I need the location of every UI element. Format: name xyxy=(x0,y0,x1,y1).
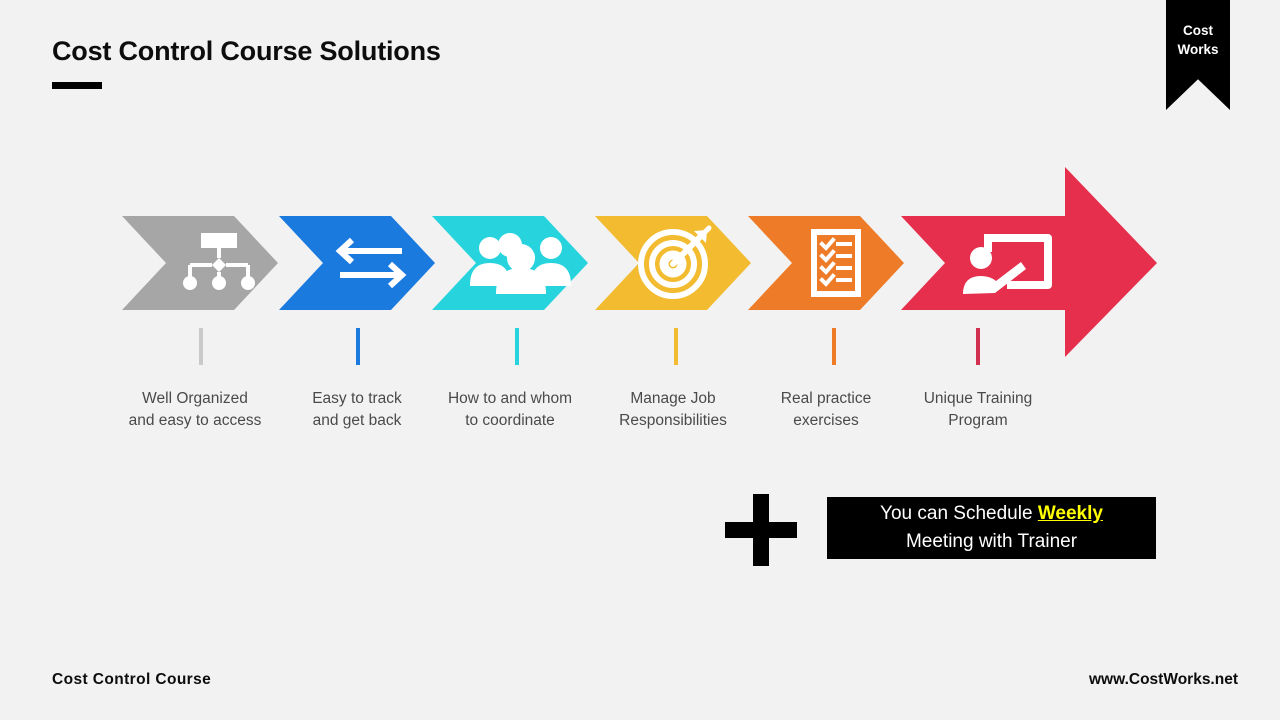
checklist-icon xyxy=(811,229,861,297)
schedule-callout-box: You can Schedule Weekly Meeting with Tra… xyxy=(827,497,1156,559)
logo-line-2: Works xyxy=(1177,42,1219,57)
footer-website-url[interactable]: www.CostWorks.net xyxy=(1089,671,1238,689)
org-chart-icon xyxy=(183,233,255,290)
page-title: Cost Control Course Solutions xyxy=(52,36,441,66)
step-6-chevron xyxy=(901,167,1157,357)
step-label-6: Unique Training Program xyxy=(923,390,1033,429)
logo-line-1: Cost xyxy=(1183,23,1213,38)
process-step-6-shape xyxy=(901,167,1157,357)
target-dart-icon xyxy=(638,225,712,299)
cost-works-ribbon-logo: Cost Works xyxy=(1166,0,1230,110)
process-arrow-band xyxy=(0,0,1280,720)
step-5-chevron xyxy=(748,216,904,310)
step-2-chevron xyxy=(279,216,435,310)
step-1-chevron xyxy=(122,216,278,310)
step-tick-5 xyxy=(832,328,836,365)
process-step-4-shape xyxy=(595,216,751,310)
callout-line-1-prefix: You can Schedule xyxy=(880,503,1038,524)
step-tick-2 xyxy=(356,328,360,365)
title-underline-rule xyxy=(52,82,102,89)
process-step-2-shape xyxy=(279,216,435,310)
process-step-5-shape xyxy=(748,216,904,310)
step-tick-4 xyxy=(674,328,678,365)
step-tick-1 xyxy=(199,328,203,365)
step-tick-3 xyxy=(515,328,519,365)
people-group-icon xyxy=(470,233,571,294)
presenter-whiteboard-icon xyxy=(963,234,1052,294)
plus-icon-vertical-bar xyxy=(753,494,769,566)
step-4-chevron xyxy=(595,216,751,310)
exchange-arrows-icon xyxy=(335,237,407,289)
step-3-chevron xyxy=(432,216,588,310)
callout-line-2: Meeting with Trainer xyxy=(905,531,1078,552)
callout-highlight-weekly: Weekly xyxy=(1037,503,1103,524)
process-step-3-shape xyxy=(432,216,588,310)
process-step-1-shape xyxy=(122,216,278,310)
footer-course-name: Cost Control Course xyxy=(52,671,212,688)
step-tick-6 xyxy=(976,328,980,365)
callout-line-1: You can Schedule Weekly xyxy=(880,500,1103,528)
plus-icon xyxy=(725,494,797,566)
